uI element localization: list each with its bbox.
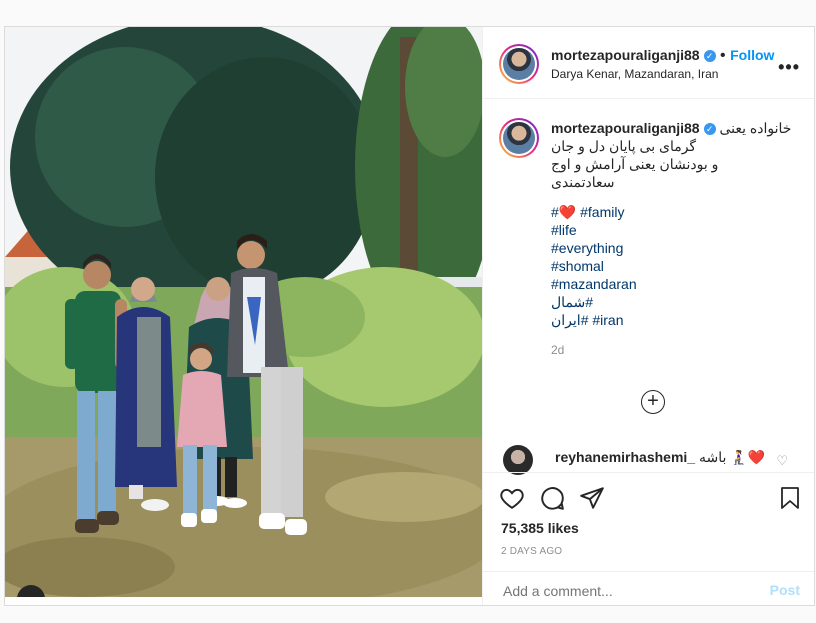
author-line: mortezapouraliganji88 ✓ • Follow [551,47,775,64]
comment-bubble-icon[interactable] [539,485,565,511]
comment-row: reyhanemirhashemi_ باشه 🧎‍♀️❤️ ♡ [497,445,800,475]
hashtag-shomal-fa[interactable]: شمال# [551,293,802,311]
hashtag-row: ایران# #iran [551,311,802,329]
post-time-short[interactable]: 2d [551,343,802,357]
family-photo-illustration [5,27,482,597]
caption-line: و بودنشان یعنی آرامش و اوج [551,156,719,172]
hashtag-everything[interactable]: #everything [551,239,802,257]
hashtag-mazandaran[interactable]: #mazandaran [551,275,802,293]
comment-text: باشه 🧎‍♀️❤️ [698,449,766,465]
share-paper-plane-icon[interactable] [579,485,605,511]
comment-content: reyhanemirhashemi_ باشه 🧎‍♀️❤️ [555,449,765,466]
caption-line: خانواده یعنی [719,120,792,136]
hashtag-iran[interactable]: #iran [592,312,623,328]
verified-badge-icon: ✓ [703,123,716,135]
post-header: mortezapouraliganji88 ✓ • Follow Darya Ke… [483,27,814,99]
follow-button[interactable]: Follow [730,47,774,63]
like-heart-icon[interactable] [499,485,525,511]
action-icons [499,485,802,513]
post-sidebar: mortezapouraliganji88 ✓ • Follow Darya Ke… [482,27,814,605]
caption-avatar[interactable] [499,118,539,158]
commenter-username[interactable]: reyhanemirhashemi_ [555,449,695,465]
heart-emoji-icon: ❤️ [558,204,577,220]
post-time-long[interactable]: 2 DAYS AGO [501,546,562,557]
hashtag-family[interactable]: #family [580,204,624,220]
location-link[interactable]: Darya Kenar, Mazandaran, Iran [551,67,718,81]
hashtag-iran-fa[interactable]: ایران# [551,312,588,328]
author-username[interactable]: mortezapouraliganji88 [551,47,700,63]
comment-like-heart-icon[interactable]: ♡ [776,453,788,469]
post-photo[interactable] [5,27,482,597]
author-avatar[interactable] [499,44,539,84]
hashtag-shomal[interactable]: #shomal [551,257,802,275]
add-comment-bar: Post [483,571,814,612]
hashtag-list: #❤️ #family #life #everything #shomal #m… [551,203,802,329]
hashtag-row: #❤️ #family [551,203,802,221]
save-bookmark-icon[interactable] [778,485,802,511]
hashtag-life[interactable]: #life [551,221,802,239]
commenter-avatar[interactable] [503,445,533,475]
hashtag-heart[interactable]: # [551,204,559,220]
caption-username[interactable]: mortezapouraliganji88 [551,120,700,136]
caption-line: گرمای بی پایان دل و جان [551,138,697,154]
more-options-icon[interactable]: ••• [778,57,800,78]
action-bar: 75,385 likes 2 DAYS AGO Post [483,472,814,623]
caption-first-line: mortezapouraliganji88 ✓ خانواده یعنی [551,119,802,137]
plus-circle-icon[interactable]: + [641,390,665,414]
caption: mortezapouraliganji88 ✓ خانواده یعنی گرما… [551,119,802,357]
likes-count[interactable]: 75,385 likes [501,520,579,536]
post-card: mortezapouraliganji88 ✓ • Follow Darya Ke… [4,26,815,606]
verified-badge-icon: ✓ [703,50,716,62]
caption-line: سعادتمندی [551,174,615,190]
add-comment-input[interactable] [501,582,725,600]
